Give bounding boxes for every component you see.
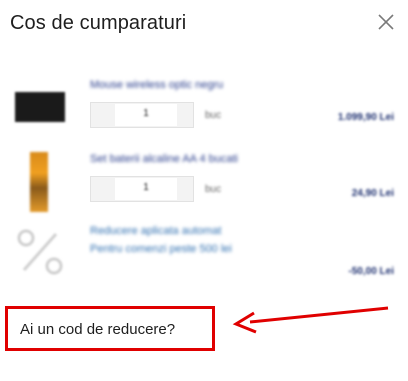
close-button[interactable] xyxy=(372,8,400,36)
item-price: 24,90 Lei xyxy=(351,188,394,199)
cart-panel: Cos de cumparaturi Mouse wireless optic … xyxy=(0,0,408,381)
discount-amount: -50,00 Lei xyxy=(348,266,394,277)
product-thumbnail[interactable] xyxy=(15,92,65,122)
quantity-unit: buc xyxy=(205,184,222,195)
discount-row: Reducere aplicata automat Pentru comenzi… xyxy=(0,220,408,282)
product-thumbnail[interactable] xyxy=(30,152,48,212)
product-name[interactable]: Mouse wireless optic negru xyxy=(90,78,330,92)
discount-title: Reducere aplicata automat xyxy=(90,225,222,237)
close-icon xyxy=(378,14,394,30)
item-price: 1.099,90 Lei xyxy=(337,112,394,123)
discount-description: Pentru comenzi peste 500 lei xyxy=(90,243,232,255)
quantity-input[interactable]: 1 xyxy=(115,178,177,200)
quantity-input[interactable]: 1 xyxy=(115,104,177,126)
quantity-stepper[interactable]: 1 xyxy=(90,102,194,128)
cart-item: Mouse wireless optic negru 1 buc 1.099,9… xyxy=(0,70,408,140)
percent-icon xyxy=(14,226,66,278)
product-name[interactable]: Set baterii alcaline AA 4 bucati xyxy=(90,152,345,166)
quantity-stepper[interactable]: 1 xyxy=(90,176,194,202)
coupon-code-link[interactable]: Ai un cod de reducere? xyxy=(20,321,175,338)
coupon-highlight-box: Ai un cod de reducere? xyxy=(5,306,215,351)
quantity-unit: buc xyxy=(205,110,222,121)
cart-item: Set baterii alcaline AA 4 bucati 1 buc 2… xyxy=(0,146,408,216)
cart-title: Cos de cumparaturi xyxy=(10,12,187,34)
